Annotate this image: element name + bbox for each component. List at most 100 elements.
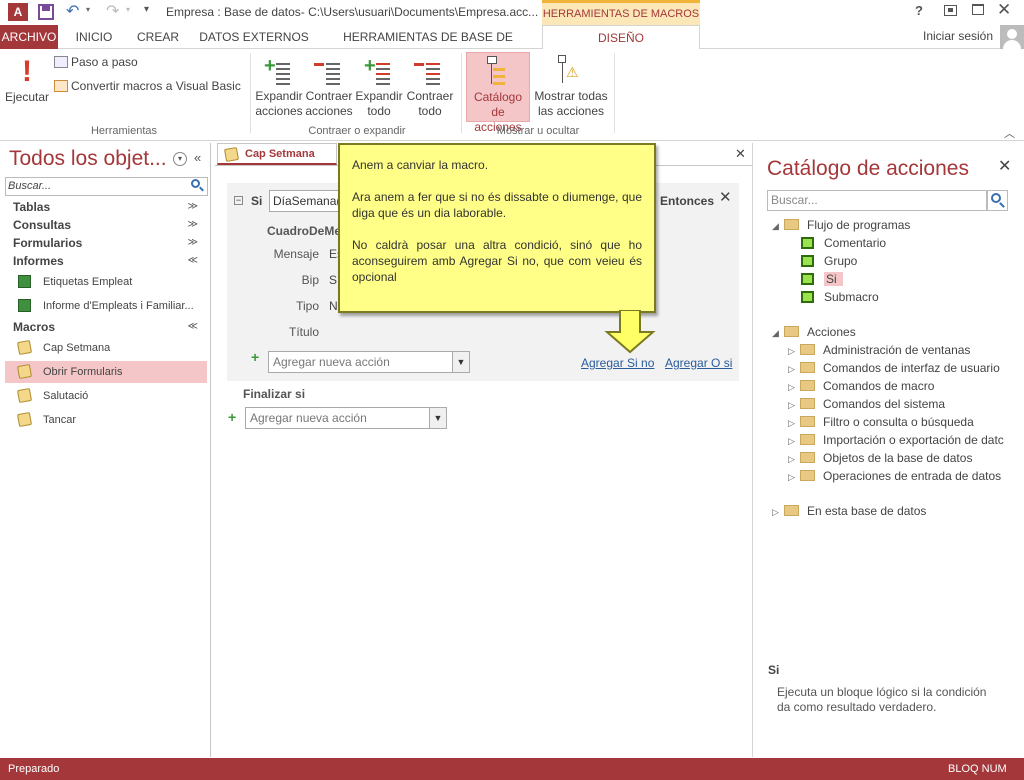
- shutter-bar-icon[interactable]: «: [194, 150, 201, 165]
- nav-item-macro[interactable]: Tancar: [5, 409, 207, 431]
- collapsed-triangle-icon[interactable]: ▷: [788, 396, 800, 414]
- expand-chevron-icon[interactable]: ≫: [188, 237, 198, 248]
- add-action-combo-2[interactable]: Agregar nueva acción ▼: [245, 407, 447, 429]
- nav-item-macro[interactable]: Cap Setmana: [5, 337, 207, 359]
- collapse-actions-icon: [304, 55, 354, 89]
- expand-all-button[interactable]: + Expandir todo: [354, 55, 404, 119]
- arg-label-bip: Bip: [301, 273, 319, 287]
- tree-node-category[interactable]: ▷ Filtro o consulta o búsqueda: [788, 413, 974, 432]
- tree-action-comentario[interactable]: Comentario: [801, 234, 886, 252]
- nav-group-consultas[interactable]: Consultas: [13, 218, 71, 232]
- undo-dropdown-icon[interactable]: ▾: [86, 5, 90, 14]
- action-icon: [801, 255, 814, 267]
- tree-node-category[interactable]: ▷ Comandos de interfaz de usuario: [788, 359, 1000, 378]
- restore-button[interactable]: [972, 4, 984, 15]
- tree-node-category[interactable]: ▷ Administración de ventanas: [788, 341, 970, 360]
- nav-group-tablas[interactable]: Tablas: [13, 200, 50, 214]
- collapsed-triangle-icon[interactable]: ▷: [772, 503, 784, 521]
- tree-node-acciones[interactable]: ◢ Acciones: [772, 323, 856, 342]
- collapsed-triangle-icon[interactable]: ▷: [788, 468, 800, 486]
- if-keyword: Si: [251, 194, 263, 208]
- collapsed-triangle-icon[interactable]: ▷: [788, 414, 800, 432]
- tab-herramientas-bd[interactable]: HERRAMIENTAS DE BASE DE DATOS: [322, 25, 534, 68]
- tab-archivo[interactable]: ARCHIVO: [0, 25, 58, 49]
- tab-inicio[interactable]: INICIO: [66, 25, 122, 49]
- arg-value-tipo[interactable]: N: [329, 299, 338, 313]
- avatar[interactable]: [1000, 25, 1024, 49]
- access-app-icon[interactable]: A: [8, 3, 28, 21]
- document-tab[interactable]: Cap Setmana: [217, 143, 337, 165]
- tree-action-si[interactable]: Si: [801, 270, 843, 288]
- delete-block-icon[interactable]: ✕: [719, 188, 732, 206]
- tree-node-flujo[interactable]: ◢ Flujo de programas: [772, 216, 910, 235]
- show-all-actions-button[interactable]: ⚠ Mostrar todas las acciones: [532, 55, 610, 119]
- convert-to-vb-button[interactable]: Convertir macros a Visual Basic: [54, 79, 241, 94]
- close-window-button[interactable]: ✕: [997, 0, 1011, 20]
- action-catalog-button[interactable]: Catálogo de acciones: [466, 52, 530, 134]
- add-else-if-link[interactable]: Agregar O si: [665, 356, 732, 370]
- add-action-combo[interactable]: Agregar nueva acción ▼: [268, 351, 470, 373]
- nav-search-input[interactable]: Buscar...: [5, 177, 208, 196]
- tree-node-category[interactable]: ▷ Objetos de la base de datos: [788, 449, 972, 468]
- nav-item-report[interactable]: Etiquetas Empleat: [5, 271, 207, 293]
- dropdown-arrow-icon[interactable]: ▼: [452, 352, 469, 372]
- tree-action-submacro[interactable]: Submacro: [801, 288, 879, 306]
- tree-node-category[interactable]: ▷ Comandos del sistema: [788, 395, 945, 414]
- ribbon-separator: [461, 53, 462, 133]
- tab-diseno[interactable]: DISEÑO: [542, 25, 700, 50]
- close-document-icon[interactable]: ✕: [735, 146, 746, 162]
- collapse-chevron-icon[interactable]: ≪: [188, 321, 198, 332]
- nav-menu-dropdown-icon[interactable]: ▾: [173, 152, 187, 166]
- group-herramientas-label: Herramientas: [90, 125, 158, 137]
- help-button[interactable]: ?: [915, 3, 923, 18]
- collapsed-triangle-icon[interactable]: ▷: [788, 360, 800, 378]
- collapse-block-icon[interactable]: −: [234, 196, 243, 205]
- ribbon-display-options-icon[interactable]: [944, 5, 957, 16]
- add-else-link[interactable]: Agregar Si no: [581, 356, 654, 370]
- tree-action-grupo[interactable]: Grupo: [801, 252, 857, 270]
- single-step-button[interactable]: Paso a paso: [54, 55, 138, 70]
- close-catalog-icon[interactable]: ✕: [998, 156, 1011, 176]
- catalog-search-input[interactable]: Buscar...: [767, 190, 987, 211]
- single-step-label: Paso a paso: [71, 55, 138, 69]
- expand-chevron-icon[interactable]: ≫: [188, 201, 198, 212]
- nav-search-icon[interactable]: [190, 179, 204, 193]
- dropdown-arrow-icon[interactable]: ▼: [429, 408, 446, 428]
- collapsed-triangle-icon[interactable]: ▷: [788, 378, 800, 396]
- expanded-triangle-icon[interactable]: ◢: [772, 324, 784, 342]
- tree-node-category[interactable]: ▷ Importación o exportación de datc: [788, 431, 1024, 450]
- undo-icon[interactable]: ↶: [66, 1, 79, 21]
- condition-input[interactable]: DíaSemana(: [269, 190, 344, 212]
- collapse-all-button[interactable]: Contraer todo: [404, 55, 456, 119]
- signin-link[interactable]: Iniciar sesión: [923, 29, 993, 43]
- nav-group-macros[interactable]: Macros: [13, 320, 55, 334]
- nav-item-macro-selected[interactable]: Obrir Formularis: [5, 361, 207, 383]
- customize-qat-icon[interactable]: ▾: [144, 4, 149, 15]
- tab-datos-externos[interactable]: DATOS EXTERNOS: [196, 25, 312, 49]
- tree-node-category[interactable]: ▷ Operaciones de entrada de datos: [788, 467, 1001, 486]
- nav-group-formularios[interactable]: Formularios: [13, 236, 82, 250]
- collapse-ribbon-icon[interactable]: ︿: [1004, 125, 1015, 141]
- action-name[interactable]: CuadroDeMe: [267, 224, 341, 238]
- nav-item-label: Cap Setmana: [43, 342, 111, 354]
- save-icon[interactable]: [38, 4, 54, 20]
- expand-chevron-icon[interactable]: ≫: [188, 219, 198, 230]
- collapse-chevron-icon[interactable]: ≪: [188, 255, 198, 266]
- collapse-actions-button[interactable]: Contraer acciones: [304, 55, 354, 119]
- help-title: Si: [768, 663, 780, 677]
- tree-node-category[interactable]: ▷ Comandos de macro: [788, 377, 934, 396]
- collapsed-triangle-icon[interactable]: ▷: [788, 450, 800, 468]
- tree-node-esta-base[interactable]: ▷ En esta base de datos: [772, 502, 926, 521]
- nav-pane-title[interactable]: Todos los objet...: [9, 147, 167, 171]
- nav-group-informes[interactable]: Informes: [13, 254, 64, 268]
- nav-item-report[interactable]: Informe d'Empleats i Familiar...: [5, 295, 207, 317]
- tab-crear[interactable]: CREAR: [130, 25, 186, 49]
- run-button[interactable]: ! Ejecutar: [4, 55, 50, 105]
- expand-actions-button[interactable]: + Expandir acciones: [254, 55, 304, 119]
- nav-item-macro[interactable]: Salutació: [5, 385, 207, 407]
- collapsed-triangle-icon[interactable]: ▷: [788, 432, 800, 450]
- expanded-triangle-icon[interactable]: ◢: [772, 217, 784, 235]
- catalog-search-icon[interactable]: [987, 190, 1008, 211]
- collapsed-triangle-icon[interactable]: ▷: [788, 342, 800, 360]
- window-title: Empresa : Base de datos- C:\Users\usuari…: [166, 5, 539, 19]
